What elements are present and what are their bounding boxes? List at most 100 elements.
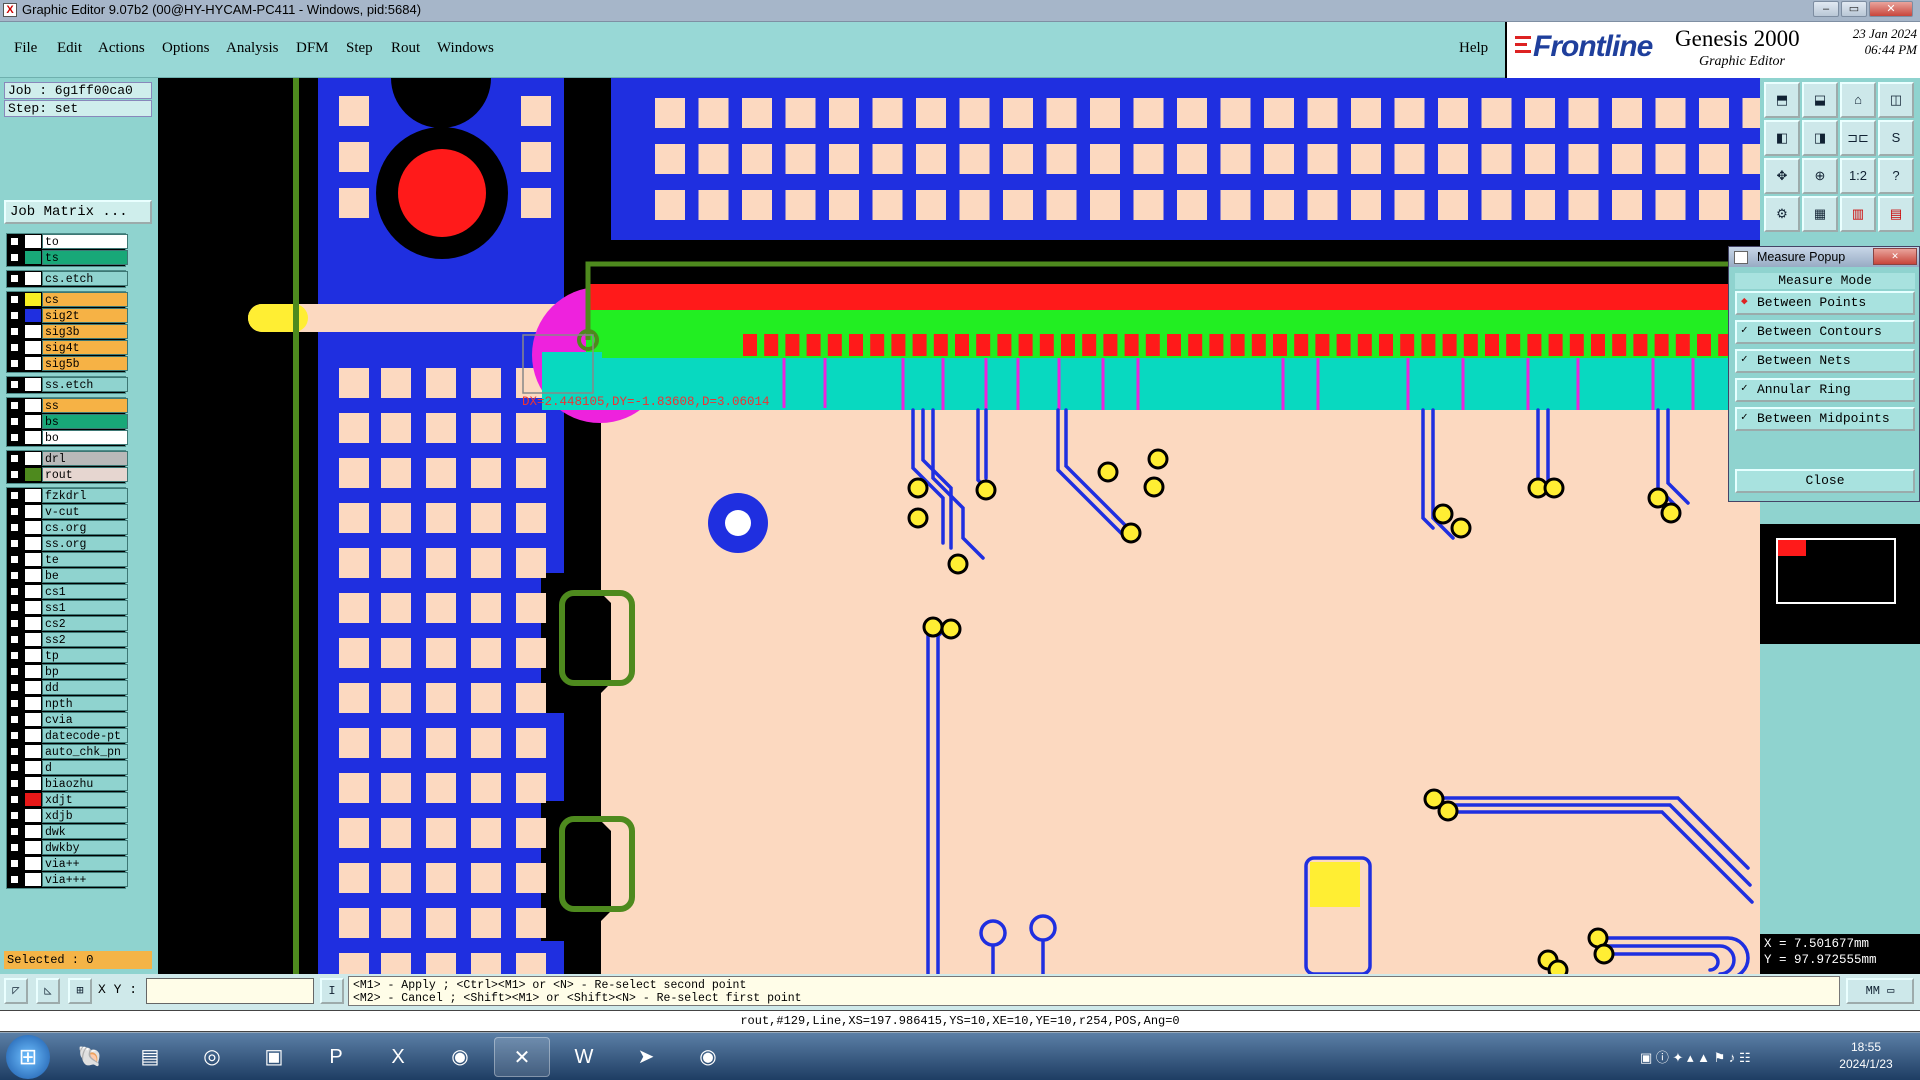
- layer-checkbox[interactable]: [9, 506, 20, 517]
- layer-name[interactable]: ss.org: [42, 536, 128, 551]
- arrow-app-icon[interactable]: ➤: [618, 1037, 674, 1077]
- layer-name[interactable]: xdjb: [42, 808, 128, 823]
- layer-name[interactable]: cs.etch: [42, 271, 128, 286]
- zoom-center-icon[interactable]: ⊕: [1802, 158, 1838, 194]
- layer-color-swatch[interactable]: [25, 665, 41, 678]
- layer-row[interactable]: tp: [6, 648, 128, 663]
- layer-color-swatch[interactable]: [25, 378, 41, 391]
- layer-row[interactable]: te: [6, 552, 128, 567]
- layer-color-swatch[interactable]: [25, 553, 41, 566]
- layer-row[interactable]: ss2: [6, 632, 128, 647]
- layer-name[interactable]: v-cut: [42, 504, 128, 519]
- layer-color-swatch[interactable]: [25, 399, 41, 412]
- layer-color-swatch[interactable]: [25, 761, 41, 774]
- start-button[interactable]: ⊞: [6, 1035, 50, 1079]
- layer-checkbox[interactable]: [9, 650, 20, 661]
- info-icon[interactable]: I: [320, 978, 344, 1004]
- layer-checkbox[interactable]: [9, 794, 20, 805]
- layer-name[interactable]: cs1: [42, 584, 128, 599]
- layer-checkbox[interactable]: [9, 698, 20, 709]
- layer-color-swatch[interactable]: [25, 729, 41, 742]
- layer-row[interactable]: npth: [6, 696, 128, 711]
- grid-icon[interactable]: ▦: [1802, 196, 1838, 232]
- layer-checkbox[interactable]: [9, 400, 20, 411]
- layer-checkbox[interactable]: [9, 342, 20, 353]
- layer-name[interactable]: sig4t: [42, 340, 128, 355]
- layer-name[interactable]: auto_chk_pn: [42, 744, 128, 759]
- save-app-icon[interactable]: ▣: [246, 1037, 302, 1077]
- layer-name[interactable]: cs2: [42, 616, 128, 631]
- menu-help[interactable]: Help: [1459, 40, 1488, 57]
- layer-row[interactable]: bo: [6, 430, 128, 445]
- layer-checkbox[interactable]: [9, 586, 20, 597]
- home-icon[interactable]: ⌂: [1840, 82, 1876, 118]
- mode-between-midpoints[interactable]: ✓ Between Midpoints: [1735, 407, 1915, 431]
- layer-name[interactable]: dwkby: [42, 840, 128, 855]
- layer-checkbox[interactable]: [9, 714, 20, 725]
- layer-checkbox[interactable]: [9, 252, 20, 263]
- layer-name[interactable]: xdjt: [42, 792, 128, 807]
- layer-row[interactable]: via+++: [6, 872, 128, 887]
- layer-row[interactable]: bs: [6, 414, 128, 429]
- layer-row[interactable]: sig4t: [6, 340, 128, 355]
- layer-color-swatch[interactable]: [25, 293, 41, 306]
- layer-row[interactable]: via++: [6, 856, 128, 871]
- layer-red-icon[interactable]: ▥: [1840, 196, 1876, 232]
- close-button[interactable]: ✕: [1869, 1, 1913, 17]
- layer-color-swatch[interactable]: [25, 521, 41, 534]
- layer-row[interactable]: dwk: [6, 824, 128, 839]
- layer-row[interactable]: sig2t: [6, 308, 128, 323]
- notepad-icon[interactable]: ▤: [122, 1037, 178, 1077]
- layer-row[interactable]: cs2: [6, 616, 128, 631]
- layer-row[interactable]: ss1: [6, 600, 128, 615]
- layer-color-swatch[interactable]: [25, 505, 41, 518]
- layer-row[interactable]: cvia: [6, 712, 128, 727]
- layer-row[interactable]: dwkby: [6, 840, 128, 855]
- pan-right-icon[interactable]: ◨: [1802, 120, 1838, 156]
- menu-dfm[interactable]: DFM: [296, 40, 329, 57]
- layer-color-swatch[interactable]: [25, 777, 41, 790]
- layer-color-swatch[interactable]: [25, 841, 41, 854]
- layer-row[interactable]: ss.org: [6, 536, 128, 551]
- minimize-button[interactable]: –: [1813, 1, 1839, 17]
- layer-row[interactable]: cs: [6, 292, 128, 307]
- maximize-button[interactable]: ▭: [1841, 1, 1867, 17]
- layer-row[interactable]: xdjb: [6, 808, 128, 823]
- layer-checkbox[interactable]: [9, 682, 20, 693]
- layer-checkbox[interactable]: [9, 294, 20, 305]
- layer-checkbox[interactable]: [9, 453, 20, 464]
- layer-row[interactable]: biaozhu: [6, 776, 128, 791]
- layer-row[interactable]: v-cut: [6, 504, 128, 519]
- layer-checkbox[interactable]: [9, 273, 20, 284]
- layer-color-swatch[interactable]: [25, 681, 41, 694]
- layer-color-swatch[interactable]: [25, 341, 41, 354]
- layer-color-swatch[interactable]: [25, 745, 41, 758]
- layer-checkbox[interactable]: [9, 236, 20, 247]
- layer-name[interactable]: bs: [42, 414, 128, 429]
- layer-row[interactable]: sig3b: [6, 324, 128, 339]
- layer-checkbox[interactable]: [9, 358, 20, 369]
- layer-color-swatch[interactable]: [25, 251, 41, 264]
- layer-name[interactable]: ss2: [42, 632, 128, 647]
- layer-checkbox[interactable]: [9, 826, 20, 837]
- layer-checkbox[interactable]: [9, 432, 20, 443]
- layer-name[interactable]: via+++: [42, 872, 128, 887]
- layer-color-swatch[interactable]: [25, 431, 41, 444]
- layer-name[interactable]: cs: [42, 292, 128, 307]
- layer-name[interactable]: dwk: [42, 824, 128, 839]
- popup-close-button[interactable]: Close: [1735, 469, 1915, 493]
- mirror-icon[interactable]: ⊐⊏: [1840, 120, 1876, 156]
- layer-row[interactable]: ts: [6, 250, 128, 265]
- layer-color-swatch[interactable]: [25, 873, 41, 886]
- window-icon[interactable]: ◫: [1878, 82, 1914, 118]
- menu-edit[interactable]: Edit: [57, 40, 82, 57]
- layer-name[interactable]: te: [42, 552, 128, 567]
- layer-checkbox[interactable]: [9, 618, 20, 629]
- tray-icons[interactable]: ▣ ⓘ ✦ ▴ ▲ ⚑ ♪ ☷: [1640, 1047, 1751, 1066]
- layer-name[interactable]: ss: [42, 398, 128, 413]
- menu-rout[interactable]: Rout: [391, 40, 420, 57]
- layer-row[interactable]: drl: [6, 451, 128, 466]
- layer-color-swatch[interactable]: [25, 325, 41, 338]
- layer-row[interactable]: auto_chk_pn: [6, 744, 128, 759]
- layer-color-swatch[interactable]: [25, 272, 41, 285]
